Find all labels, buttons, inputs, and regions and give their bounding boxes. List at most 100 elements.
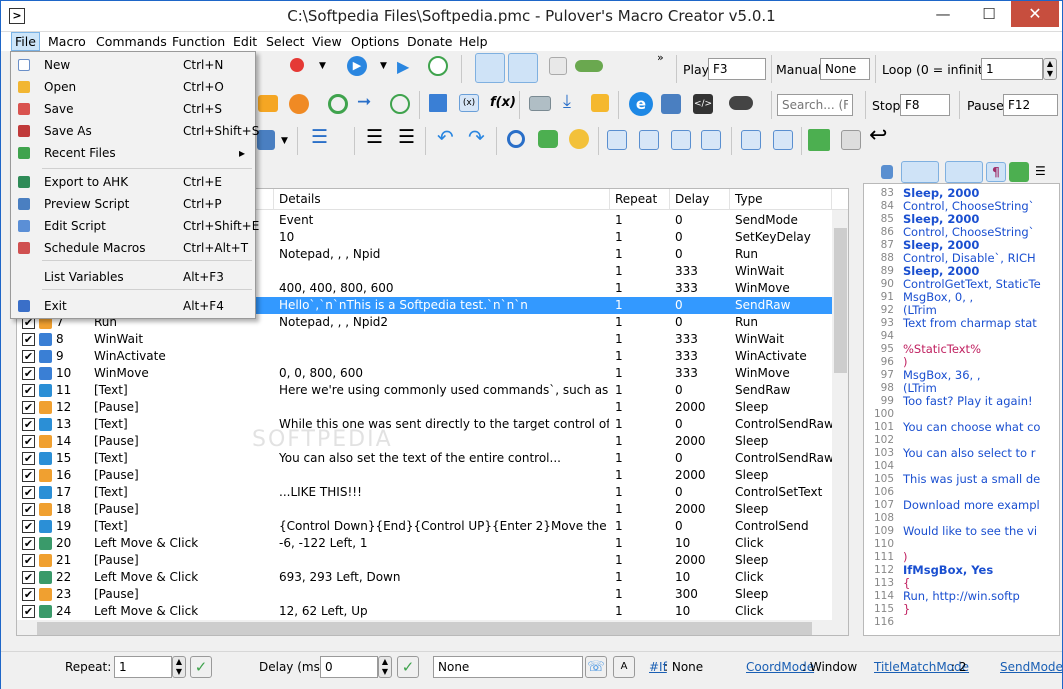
editor-align-icon[interactable]: ☰ — [1035, 164, 1051, 180]
row-checkbox[interactable]: ✔ — [22, 605, 35, 618]
record-icon[interactable] — [290, 58, 304, 72]
variables-list-icon[interactable] — [841, 130, 861, 150]
menu-function[interactable]: Function — [169, 32, 228, 51]
undo-icon[interactable]: ↶ — [437, 125, 454, 149]
row-checkbox[interactable]: ✔ — [22, 537, 35, 550]
table-row[interactable]: ✔ 16 [Pause] 1 2000 Sleep — [17, 467, 832, 484]
menu-select[interactable]: Select — [263, 32, 308, 51]
more-toolbar-icon[interactable]: » — [657, 51, 664, 64]
list-dropdown-icon[interactable]: ▼ — [281, 136, 288, 146]
row-checkbox[interactable]: ✔ — [22, 571, 35, 584]
wait-icon[interactable] — [390, 94, 410, 114]
email-icon[interactable] — [529, 96, 551, 111]
import-macro-icon[interactable] — [741, 130, 761, 150]
redo-icon[interactable]: ↷ — [468, 125, 485, 149]
row-checkbox[interactable]: ✔ — [22, 350, 35, 363]
code-icon[interactable]: </> — [693, 94, 713, 114]
horizontal-scroll-thumb[interactable] — [37, 622, 812, 635]
table-row[interactable]: ✔ 19 [Text] {Control Down}{End}{Control UP}… — [17, 518, 832, 535]
move-down-icon[interactable]: ☰ — [398, 126, 415, 148]
timer-icon[interactable] — [428, 56, 448, 76]
menu-edit[interactable]: Edit — [230, 32, 260, 51]
notify-icon[interactable] — [591, 94, 609, 112]
table-row[interactable]: ✔ 22 Left Move & Click 693, 293 Left, Down 1… — [17, 569, 832, 586]
vertical-scroll-thumb[interactable] — [834, 228, 847, 373]
binoculars-icon[interactable] — [729, 96, 753, 110]
col-details[interactable]: Details — [274, 189, 610, 210]
text-format-icon[interactable]: A — [613, 656, 635, 678]
play-icon[interactable]: ▶ — [347, 56, 367, 76]
play-dropdown-icon[interactable]: ▼ — [380, 61, 387, 71]
delay-input[interactable] — [320, 656, 378, 678]
menu-commands[interactable]: Commands — [93, 32, 170, 51]
table-row[interactable]: ✔ 18 [Pause] 1 2000 Sleep — [17, 501, 832, 518]
menu-file[interactable]: File — [11, 32, 40, 51]
table-row[interactable]: ✔ 20 Left Move & Click -6, -122 Left, 1 1 10 C… — [17, 535, 832, 552]
table-row[interactable]: ✔ 8 WinWait 1 333 WinWait — [17, 331, 832, 348]
row-checkbox[interactable]: ✔ — [22, 588, 35, 601]
horizontal-scrollbar[interactable] — [17, 620, 848, 635]
duplicate-macro-icon[interactable] — [671, 130, 691, 150]
row-checkbox[interactable]: ✔ — [22, 520, 35, 533]
menu-options[interactable]: Options — [348, 32, 402, 51]
image-search-icon[interactable] — [258, 95, 278, 112]
table-row[interactable]: ✔ 23 [Pause] 1 300 Sleep — [17, 586, 832, 603]
table-row[interactable]: ✔ 21 [Pause] 1 2000 Sleep — [17, 552, 832, 569]
editor-script-icon[interactable] — [881, 165, 893, 179]
step-play-icon[interactable]: ▶ — [397, 57, 409, 76]
row-checkbox[interactable]: ✔ — [22, 367, 35, 380]
repeat-input[interactable] — [114, 656, 172, 678]
list-icon[interactable] — [257, 130, 275, 150]
record-mode-icon[interactable] — [475, 53, 505, 83]
file-menu-item[interactable]: Save As Ctrl+Shift+S — [13, 120, 259, 142]
close-button[interactable]: ✕ — [1011, 1, 1059, 27]
file-menu-item[interactable]: New Ctrl+N — [13, 54, 253, 76]
editor-comment-icon[interactable] — [1009, 162, 1029, 182]
window-icon[interactable] — [661, 94, 681, 114]
pilcrow-icon[interactable]: ¶ — [986, 162, 1006, 182]
menu-donate[interactable]: Donate — [404, 32, 455, 51]
row-checkbox[interactable]: ✔ — [22, 418, 35, 431]
file-menu-item[interactable]: Exit Alt+F4 — [13, 295, 253, 317]
text-input[interactable] — [433, 656, 583, 678]
refresh-icon[interactable] — [328, 94, 348, 114]
table-row[interactable]: ✔ 13 [Text] While this one was sent directl… — [17, 416, 832, 433]
download-icon[interactable]: ⤓ — [563, 91, 571, 112]
move-up-icon[interactable]: ☰ — [366, 126, 383, 148]
variable-icon[interactable]: (x) — [459, 94, 479, 112]
sendmode-link[interactable]: SendMode — [1000, 660, 1063, 674]
stop-hotkey-input[interactable] — [900, 94, 950, 116]
repeat-apply-icon[interactable]: ✓ — [190, 656, 212, 678]
file-menu-item[interactable]: Export to AHK Ctrl+E — [13, 171, 253, 193]
return-icon[interactable]: ↩ — [869, 123, 887, 148]
play-hotkey-input[interactable] — [708, 58, 766, 80]
export-macro-icon[interactable] — [773, 130, 793, 150]
row-checkbox[interactable]: ✔ — [22, 435, 35, 448]
row-checkbox[interactable]: ✔ — [22, 486, 35, 499]
function-library-icon[interactable] — [808, 129, 830, 151]
table-row[interactable]: ✔ 24 Left Move & Click 12, 62 Left, Up 1 10 Cl… — [17, 603, 832, 620]
tree-icon[interactable] — [429, 94, 447, 112]
row-checkbox[interactable]: ✔ — [22, 503, 35, 516]
file-menu-item[interactable]: Preview Script Ctrl+P — [13, 193, 253, 215]
macro-icon[interactable] — [549, 57, 567, 75]
loop-input[interactable] — [981, 58, 1043, 80]
row-checkbox[interactable]: ✔ — [22, 401, 35, 414]
row-checkbox[interactable]: ✔ — [22, 384, 35, 397]
file-menu-item[interactable]: List Variables Alt+F3 — [13, 266, 253, 288]
minimize-button[interactable]: — — [921, 1, 965, 27]
table-row[interactable]: ✔ 11 [Text] Here we're using commonly used … — [17, 382, 832, 399]
vertical-scrollbar[interactable] — [832, 210, 848, 620]
table-row[interactable]: ✔ 10 WinMove 0, 0, 800, 600 1 333 WinMove — [17, 365, 832, 382]
row-checkbox[interactable]: ✔ — [22, 469, 35, 482]
function-icon[interactable]: f(x) — [490, 95, 516, 110]
editor-sync-icon[interactable] — [901, 161, 939, 183]
row-checkbox[interactable]: ✔ — [22, 333, 35, 346]
maximize-button[interactable]: ☐ — [967, 1, 1011, 27]
send-arrow-icon[interactable]: ➞ — [357, 92, 371, 112]
file-menu-item[interactable]: Schedule Macros Ctrl+Alt+T — [13, 237, 253, 259]
pause-hotkey-input[interactable] — [1003, 94, 1058, 116]
col-type[interactable]: Type — [730, 189, 832, 210]
table-row[interactable]: ✔ 17 [Text] ...LIKE THIS!!! 1 0 ControlSetText — [17, 484, 832, 501]
manual-hotkey-input[interactable] — [820, 58, 870, 80]
